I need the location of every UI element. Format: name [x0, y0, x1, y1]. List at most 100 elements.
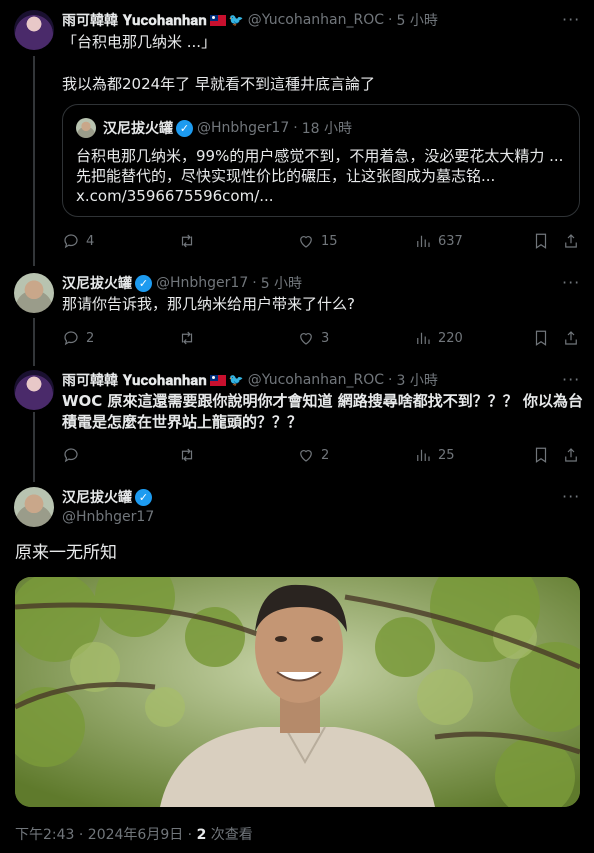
share-button[interactable] — [562, 231, 580, 251]
like-count: 15 — [321, 233, 338, 249]
like-button[interactable]: 2 — [297, 445, 329, 465]
tweet-header: 雨可韓韓 𝐘𝐮𝐜𝐨𝐡𝐚𝐧𝐡𝐚𝐧 🐦 @Yucohanhan_ROC · 5 小時 — [62, 10, 438, 30]
verified-badge-icon: ✓ — [135, 274, 152, 292]
author-handle[interactable]: @Hnbhger17 — [62, 509, 154, 525]
separator-dot: · — [388, 12, 393, 28]
views-label: 次查看 — [206, 827, 253, 843]
twitter-bird-icon: 🐦 — [228, 13, 244, 27]
tweet-time[interactable]: 5 小時 — [396, 10, 437, 30]
more-options-icon[interactable]: ··· — [562, 370, 580, 389]
retweet-icon — [181, 331, 193, 345]
quoted-tweet-text: 台积电那几纳米，99%的用户感觉不到，不用着急，没必要花太大精力 ... — [76, 147, 564, 165]
author-handle: @Hnbhger17 — [197, 120, 290, 136]
share-button[interactable] — [562, 328, 580, 348]
tweet-actions: 2 25 — [62, 445, 580, 465]
separator-dot: · — [388, 372, 393, 388]
reply-count: 4 — [86, 233, 95, 249]
reply-button[interactable]: 2 — [62, 328, 94, 348]
views-button[interactable]: 637 — [414, 231, 463, 251]
heart-icon — [300, 333, 312, 345]
author-name[interactable]: 雨可韓韓 𝐘𝐮𝐜𝐨𝐡𝐚𝐧𝐡𝐚𝐧 — [62, 10, 207, 30]
author-name[interactable]: 雨可韓韓 𝐘𝐮𝐜𝐨𝐡𝐚𝐧𝐡𝐚𝐧 — [62, 370, 207, 390]
retweet-button[interactable] — [178, 231, 202, 251]
avatar — [76, 118, 96, 138]
thread-line — [33, 56, 35, 266]
tweet-header: 雨可韓韓 𝐘𝐮𝐜𝐨𝐡𝐚𝐧𝐡𝐚𝐧 🐦 @Yucohanhan_ROC · 3 小時 — [62, 370, 438, 390]
views-icon — [417, 449, 430, 461]
separator-dot: · — [293, 120, 298, 136]
verified-badge-icon: ✓ — [135, 488, 152, 506]
share-icon — [565, 234, 577, 248]
heart-icon — [300, 236, 312, 248]
reply-count: 2 — [86, 330, 95, 346]
views-button[interactable]: 25 — [414, 445, 455, 465]
like-count: 3 — [321, 330, 330, 346]
tweet-text: 「台积电那几纳米 ...」 — [62, 33, 217, 51]
like-button[interactable]: 3 — [297, 328, 329, 348]
separator-dot: · — [252, 275, 257, 291]
tweet-text: WOC 原來這還需要跟你說明你才會知道 網路搜尋啥都找不到？？？ 你以為台 — [62, 392, 583, 410]
author-name: 汉尼拔火罐 — [103, 121, 173, 137]
views-count: 637 — [438, 233, 463, 249]
avatar[interactable] — [14, 10, 54, 50]
author-handle[interactable]: @Hnbhger17 — [156, 275, 248, 291]
tweet-actions: 4 15 637 — [62, 231, 580, 251]
views-icon — [417, 332, 430, 344]
views-icon — [417, 235, 430, 247]
main-tweet-author: 汉尼拔火罐 ✓ — [62, 487, 152, 507]
tweet-time[interactable]: 5 小時 — [261, 273, 302, 293]
share-icon — [565, 448, 577, 462]
bookmark-icon — [535, 447, 547, 463]
tweet-time[interactable]: 3 小時 — [396, 370, 437, 390]
more-options-icon[interactable]: ··· — [562, 10, 580, 29]
bookmark-button[interactable] — [532, 231, 550, 251]
tweet-time: 18 小時 — [301, 121, 352, 137]
bookmark-button[interactable] — [532, 328, 550, 348]
views-button[interactable]: 220 — [414, 328, 463, 348]
more-options-icon[interactable]: ··· — [562, 273, 580, 292]
thread-line — [33, 318, 35, 366]
tweet-text: 那请你告诉我，那几纳米给用户带来了什么? — [62, 295, 355, 313]
tweet-actions: 2 3 220 — [62, 328, 580, 348]
author-name[interactable]: 汉尼拔火罐 — [62, 273, 132, 293]
quoted-tweet-header: 汉尼拔火罐 ✓ @Hnbhger17 · 18 小時 — [103, 118, 352, 138]
reply-button[interactable]: 4 — [62, 231, 94, 251]
tweet-text: 積電是怎麼在世界站上龍頭的？？？ — [62, 413, 303, 431]
share-button[interactable] — [562, 445, 580, 465]
like-button[interactable]: 15 — [297, 231, 338, 251]
retweet-button[interactable] — [178, 328, 202, 348]
reply-icon — [64, 331, 78, 346]
bookmark-icon — [535, 330, 547, 346]
tweet-text: 我以為都2024年了 早就看不到這種井底言論了 — [62, 75, 375, 93]
quoted-tweet-link[interactable]: x.com/3596675596com/... — [76, 186, 274, 207]
main-tweet-handle-row: @Hnbhger17 — [62, 507, 154, 527]
retweet-icon — [181, 234, 193, 248]
verified-badge-icon: ✓ — [176, 119, 193, 137]
avatar[interactable] — [14, 487, 54, 527]
author-handle[interactable]: @Yucohanhan_ROC — [248, 372, 384, 388]
taiwan-flag-icon — [209, 374, 226, 386]
more-options-icon[interactable]: ··· — [562, 487, 580, 506]
taiwan-flag-icon — [209, 14, 226, 26]
tweet-timestamp[interactable]: 下午2:43 · 2024年6月9日 · — [15, 827, 197, 843]
views-total: 2 — [196, 827, 207, 843]
author-name[interactable]: 汉尼拔火罐 — [62, 487, 132, 507]
bookmark-button[interactable] — [532, 445, 550, 465]
heart-icon — [300, 450, 312, 462]
main-tweet-text: 原来一无所知 — [15, 543, 117, 563]
like-count: 2 — [321, 447, 330, 463]
reply-icon — [64, 448, 78, 463]
author-handle[interactable]: @Yucohanhan_ROC — [248, 12, 384, 28]
bookmark-icon — [535, 233, 547, 249]
tweet-media-image[interactable] — [15, 577, 580, 807]
avatar[interactable] — [14, 370, 54, 410]
retweet-button[interactable] — [178, 445, 202, 465]
views-count: 220 — [438, 330, 463, 346]
twitter-bird-icon: 🐦 — [228, 373, 244, 387]
reply-icon — [64, 234, 78, 249]
reply-button[interactable] — [62, 445, 86, 465]
thread-line — [33, 412, 35, 482]
avatar[interactable] — [14, 273, 54, 313]
retweet-icon — [181, 448, 193, 462]
share-icon — [565, 331, 577, 345]
